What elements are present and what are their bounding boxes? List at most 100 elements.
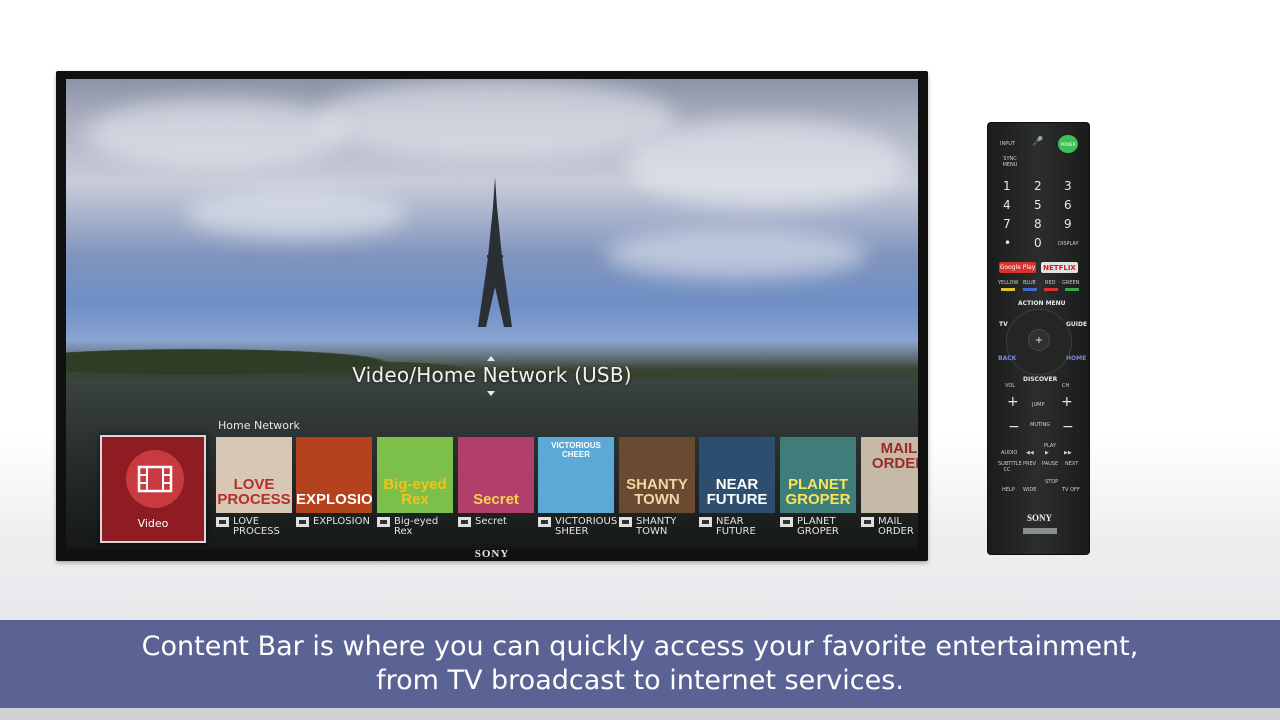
- poster-title: EXPLOSION: [296, 491, 372, 508]
- remote-model-plate: [1023, 528, 1057, 534]
- section-label: Home Network: [218, 419, 300, 432]
- poster-title: MAIL ORDER: [871, 440, 918, 472]
- microphone-icon[interactable]: 🎤: [1032, 137, 1043, 147]
- poster: VICTORIOUS CHEER: [538, 437, 614, 513]
- cloud: [626, 119, 906, 209]
- fast-forward-icon[interactable]: ▶▶: [1064, 450, 1072, 456]
- digit-3-button[interactable]: 3: [1064, 179, 1072, 193]
- green-button[interactable]: [1065, 288, 1079, 291]
- video-file-icon: [699, 517, 712, 527]
- video-category-tile[interactable]: Video: [100, 435, 206, 543]
- dot-button[interactable]: •: [1004, 236, 1011, 250]
- stop-button[interactable]: STOP: [1045, 479, 1058, 485]
- category-title: Video/Home Network (USB): [352, 363, 632, 387]
- digit-8-button[interactable]: 8: [1034, 217, 1042, 231]
- tile-caption: VICTORIOUS SHEER: [555, 516, 618, 537]
- help-button[interactable]: HELP: [1002, 487, 1015, 493]
- tile-caption: EXPLOSION: [313, 516, 370, 527]
- tv-screen: Video/Home Network (USB) Home Network Vi…: [66, 79, 918, 549]
- digit-4-button[interactable]: 4: [1003, 198, 1011, 212]
- vol-down-button[interactable]: −: [1008, 419, 1020, 435]
- power-button[interactable]: POWER: [1058, 135, 1078, 153]
- input-button[interactable]: INPUT: [1000, 141, 1015, 147]
- video-file-icon: [296, 517, 309, 527]
- eiffel-tower-image: [478, 177, 512, 327]
- pause-button[interactable]: PAUSE: [1042, 461, 1058, 467]
- content-tile[interactable]: MAIL ORDER MAIL ORDER: [861, 437, 918, 537]
- tv-brand-logo: SONY: [474, 548, 510, 560]
- content-tile[interactable]: VICTORIOUS CHEER VICTORIOUS SHEER: [538, 437, 618, 537]
- poster: SHANTY TOWN: [619, 437, 695, 513]
- vol-label: VOL: [1005, 383, 1016, 389]
- content-tile[interactable]: Big-eyed Rex Big-eyed Rex: [377, 437, 453, 537]
- poster-title: SHANTY TOWN: [626, 476, 688, 508]
- ch-down-button[interactable]: −: [1062, 419, 1074, 435]
- wide-button[interactable]: WIDE: [1023, 487, 1036, 493]
- poster: LOVE PROCESS: [216, 437, 292, 513]
- digit-5-button[interactable]: 5: [1034, 198, 1042, 212]
- rewind-icon[interactable]: ◀◀: [1026, 450, 1034, 456]
- cloud: [86, 99, 346, 169]
- subtitle-caption-bar: Content Bar is where you can quickly acc…: [0, 620, 1280, 708]
- subtitle-cc-button[interactable]: SUBTITLE CC: [998, 461, 1022, 473]
- video-file-icon: [619, 517, 632, 527]
- tv-frame: Video/Home Network (USB) Home Network Vi…: [56, 71, 928, 561]
- content-tile[interactable]: EXPLOSION EXPLOSION: [296, 437, 372, 527]
- poster-title: VICTORIOUS CHEER: [551, 441, 601, 459]
- arrow-up-icon[interactable]: [487, 356, 495, 361]
- guide-button[interactable]: GUIDE: [1066, 321, 1087, 328]
- tile-caption: MAIL ORDER: [878, 516, 914, 537]
- jump-button[interactable]: JUMP: [1032, 402, 1044, 408]
- tile-caption: NEAR FUTURE: [716, 516, 756, 537]
- sync-menu-button[interactable]: SYNC MENU: [1001, 156, 1019, 168]
- poster-title: NEAR FUTURE: [706, 476, 768, 508]
- blue-button[interactable]: [1023, 288, 1037, 291]
- content-tile[interactable]: Secret Secret: [458, 437, 534, 527]
- discover-button[interactable]: DISCOVER: [1023, 376, 1057, 383]
- video-file-icon: [538, 517, 551, 527]
- digit-9-button[interactable]: 9: [1064, 217, 1072, 231]
- play-button[interactable]: PLAY: [1044, 443, 1056, 449]
- red-label: RED: [1045, 280, 1056, 286]
- tv-button[interactable]: TV: [999, 321, 1008, 328]
- action-menu-button[interactable]: ACTION MENU: [1018, 300, 1066, 307]
- vol-up-button[interactable]: +: [1007, 394, 1019, 410]
- digit-1-button[interactable]: 1: [1003, 179, 1011, 193]
- back-button[interactable]: BACK: [998, 355, 1016, 362]
- content-tile[interactable]: PLANET GROPER PLANET GROPER: [780, 437, 856, 537]
- next-button[interactable]: NEXT: [1065, 461, 1078, 467]
- digit-2-button[interactable]: 2: [1034, 179, 1042, 193]
- google-play-button[interactable]: Google Play: [999, 262, 1036, 273]
- tv-off-button[interactable]: TV OFF: [1062, 487, 1080, 493]
- caption-line-2: from TV broadcast to internet services.: [376, 665, 904, 696]
- red-button[interactable]: [1044, 288, 1058, 291]
- poster-title: PLANET GROPER: [785, 476, 851, 508]
- content-tile[interactable]: LOVE PROCESS LOVE PROCESS: [216, 437, 292, 537]
- remote-brand-logo: SONY: [1026, 513, 1052, 523]
- remote-control: INPUT 🎤 POWER SYNC MENU 1 2 3 4 5 6 7 8 …: [987, 122, 1090, 555]
- muting-button[interactable]: MUTING: [1030, 422, 1050, 428]
- video-file-icon: [216, 517, 229, 527]
- video-file-icon: [780, 517, 793, 527]
- poster: Big-eyed Rex: [377, 437, 453, 513]
- play-icon[interactable]: ▶: [1045, 450, 1049, 456]
- poster: NEAR FUTURE: [699, 437, 775, 513]
- poster: Secret: [458, 437, 534, 513]
- dpad-center-button[interactable]: +: [1028, 329, 1050, 351]
- content-tile[interactable]: SHANTY TOWN SHANTY TOWN: [619, 437, 695, 537]
- tile-caption: Big-eyed Rex: [394, 516, 439, 537]
- ch-up-button[interactable]: +: [1061, 394, 1073, 410]
- yellow-button[interactable]: [1001, 288, 1015, 291]
- content-tile[interactable]: NEAR FUTURE NEAR FUTURE: [699, 437, 775, 537]
- digit-7-button[interactable]: 7: [1003, 217, 1011, 231]
- cloud: [316, 79, 676, 159]
- digit-6-button[interactable]: 6: [1064, 198, 1072, 212]
- audio-button[interactable]: AUDIO: [1001, 450, 1017, 456]
- content-bar: LOVE PROCESS LOVE PROCESS EXPLOSION EXPL…: [216, 437, 918, 547]
- netflix-button[interactable]: NETFLIX: [1041, 262, 1078, 273]
- display-button[interactable]: DISPLAY: [1058, 241, 1079, 247]
- digit-0-button[interactable]: 0: [1034, 236, 1042, 250]
- prev-button[interactable]: PREV: [1023, 461, 1036, 467]
- arrow-down-icon[interactable]: [487, 391, 495, 396]
- home-button[interactable]: HOME: [1066, 355, 1086, 362]
